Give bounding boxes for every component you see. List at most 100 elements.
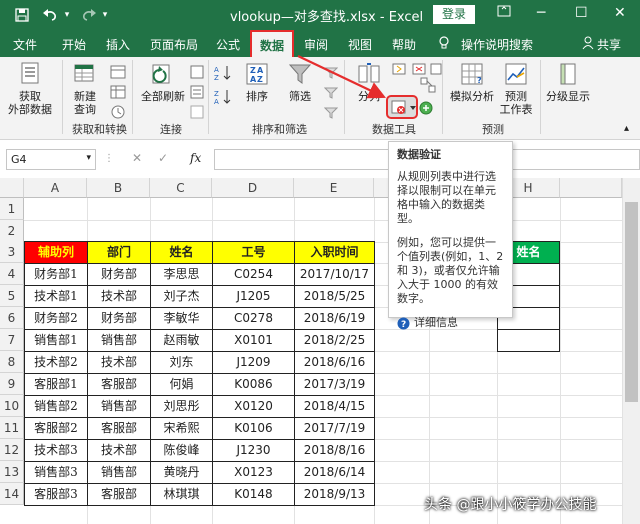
table-cell[interactable]: J1230 xyxy=(212,439,295,462)
header-cell[interactable]: 工号 xyxy=(212,241,295,264)
row-header[interactable]: 3 xyxy=(0,241,24,263)
table-cell[interactable]: 刘思彤 xyxy=(150,395,213,418)
table-cell[interactable]: 陈俊峰 xyxy=(150,439,213,462)
table-cell[interactable]: K0106 xyxy=(212,417,295,440)
table-cell[interactable]: 2018/9/13 xyxy=(294,483,375,506)
row-header[interactable]: 11 xyxy=(0,417,24,439)
table-cell[interactable]: 财务部2 xyxy=(24,307,88,330)
table-cell[interactable]: 客服部3 xyxy=(24,483,88,506)
header-cell[interactable]: 部门 xyxy=(87,241,151,264)
help-icon: ? xyxy=(397,317,410,330)
worksheet-grid[interactable]: A B C D E F G H 1234567891011121314 辅助列部… xyxy=(0,178,640,524)
formula-bar: G4 ▾ ⋮ ✕ ✓ fx xyxy=(0,141,640,178)
table-cell[interactable]: 2018/6/14 xyxy=(294,461,375,484)
table-cell[interactable]: 财务部 xyxy=(87,263,151,286)
row-header[interactable]: 2 xyxy=(0,220,24,242)
table-cell[interactable]: 财务部1 xyxy=(24,263,88,286)
header-cell[interactable]: 辅助列 xyxy=(24,241,88,264)
row-header[interactable]: 6 xyxy=(0,307,24,329)
row-header[interactable]: 13 xyxy=(0,461,24,483)
row-header[interactable]: 4 xyxy=(0,263,24,285)
column-header-i[interactable] xyxy=(560,178,622,198)
vertical-scrollbar[interactable] xyxy=(622,178,640,524)
table-cell[interactable]: C0254 xyxy=(212,263,295,286)
table-cell[interactable]: K0086 xyxy=(212,373,295,396)
select-all-corner[interactable] xyxy=(0,178,24,198)
table-cell[interactable]: K0148 xyxy=(212,483,295,506)
table-cell[interactable]: 客服部 xyxy=(87,483,151,506)
name-box[interactable]: G4 ▾ xyxy=(6,149,96,170)
table-cell[interactable]: J1205 xyxy=(212,285,295,308)
table-cell[interactable]: 刘子杰 xyxy=(150,285,213,308)
table-cell[interactable]: 销售部 xyxy=(87,329,151,352)
table-cell[interactable]: 技术部 xyxy=(87,351,151,374)
column-header-d[interactable]: D xyxy=(212,178,294,198)
tooltip-title: 数据验证 xyxy=(397,148,441,161)
tooltip-more-info-label: 详细信息 xyxy=(414,316,458,329)
table-cell[interactable]: 技术部 xyxy=(87,285,151,308)
table-cell[interactable]: 李敏华 xyxy=(150,307,213,330)
table-cell[interactable]: C0278 xyxy=(212,307,295,330)
table-cell[interactable]: 何娟 xyxy=(150,373,213,396)
name-box-dropdown-icon[interactable]: ▾ xyxy=(86,153,91,163)
row-header[interactable]: 14 xyxy=(0,483,24,505)
column-header-b[interactable]: B xyxy=(87,178,150,198)
table-cell[interactable]: 2018/4/15 xyxy=(294,395,375,418)
name-box-value: G4 xyxy=(11,153,27,166)
table-cell[interactable]: 销售部1 xyxy=(24,329,88,352)
table-cell[interactable]: 财务部 xyxy=(87,307,151,330)
row-header[interactable]: 10 xyxy=(0,395,24,417)
tooltip-more-info-link[interactable]: ? 详细信息 xyxy=(397,316,504,330)
table-cell[interactable]: 技术部2 xyxy=(24,351,88,374)
table-cell[interactable]: 技术部 xyxy=(87,439,151,462)
watermark: 头条 @跟小小筱学办公技能 xyxy=(424,497,597,513)
table-cell[interactable]: 2018/2/25 xyxy=(294,329,375,352)
column-header-a[interactable]: A xyxy=(24,178,87,198)
table-cell[interactable]: 销售部 xyxy=(87,395,151,418)
insert-function-button[interactable]: fx xyxy=(190,151,201,165)
table-cell[interactable]: X0101 xyxy=(212,329,295,352)
table-cell[interactable]: 黄晓丹 xyxy=(150,461,213,484)
table-cell[interactable]: 销售部 xyxy=(87,461,151,484)
cancel-formula-icon[interactable]: ✕ xyxy=(132,151,142,165)
table-cell[interactable]: 林琪琪 xyxy=(150,483,213,506)
row-header[interactable]: 9 xyxy=(0,373,24,395)
table-cell[interactable]: 技术部1 xyxy=(24,285,88,308)
row-header[interactable]: 8 xyxy=(0,351,24,373)
column-header-e[interactable]: E xyxy=(294,178,374,198)
data-validation-tooltip: 数据验证 从规则列表中进行选择以限制可以在单元格中输入的数据类型。 例如，您可以… xyxy=(388,141,513,330)
table-cell[interactable]: 客服部1 xyxy=(24,373,88,396)
table-cell[interactable]: 客服部2 xyxy=(24,417,88,440)
table-cell[interactable]: 技术部3 xyxy=(24,439,88,462)
table-cell[interactable]: 客服部 xyxy=(87,417,151,440)
gridline-horizontal xyxy=(24,220,622,221)
table-cell[interactable]: 2017/10/17 xyxy=(294,263,375,286)
table-cell[interactable]: 刘东 xyxy=(150,351,213,374)
table-cell[interactable]: 赵雨敏 xyxy=(150,329,213,352)
table-cell[interactable]: X0123 xyxy=(212,461,295,484)
table-cell[interactable]: 客服部 xyxy=(87,373,151,396)
table-cell[interactable]: 销售部2 xyxy=(24,395,88,418)
table-cell[interactable]: 2018/6/16 xyxy=(294,351,375,374)
side-cell[interactable] xyxy=(497,329,560,352)
row-header[interactable]: 7 xyxy=(0,329,24,351)
table-cell[interactable]: 2017/3/19 xyxy=(294,373,375,396)
scrollbar-thumb[interactable] xyxy=(625,202,638,402)
table-cell[interactable]: X0120 xyxy=(212,395,295,418)
table-cell[interactable]: 2018/6/19 xyxy=(294,307,375,330)
row-header[interactable]: 1 xyxy=(0,198,24,220)
enter-formula-icon[interactable]: ✓ xyxy=(158,151,168,165)
row-header[interactable]: 5 xyxy=(0,285,24,307)
header-cell[interactable]: 入职时间 xyxy=(294,241,375,264)
gridline-vertical xyxy=(622,198,623,524)
table-cell[interactable]: 李思思 xyxy=(150,263,213,286)
row-header[interactable]: 12 xyxy=(0,439,24,461)
table-cell[interactable]: 宋希熙 xyxy=(150,417,213,440)
table-cell[interactable]: 2017/7/19 xyxy=(294,417,375,440)
table-cell[interactable]: J1209 xyxy=(212,351,295,374)
column-header-c[interactable]: C xyxy=(150,178,212,198)
table-cell[interactable]: 2018/8/16 xyxy=(294,439,375,462)
table-cell[interactable]: 销售部3 xyxy=(24,461,88,484)
table-cell[interactable]: 2018/5/25 xyxy=(294,285,375,308)
header-cell[interactable]: 姓名 xyxy=(150,241,213,264)
